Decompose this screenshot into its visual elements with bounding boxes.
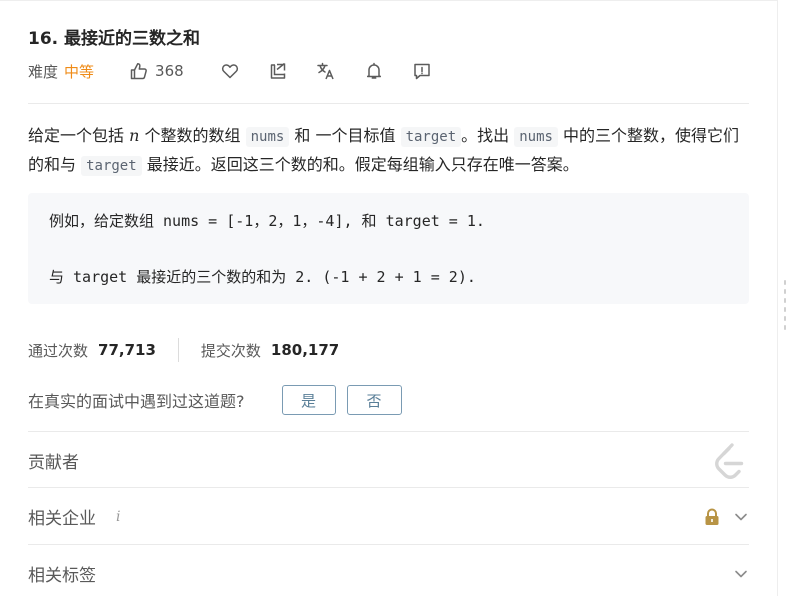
submitted-value: 180,177 [270, 341, 340, 359]
section-divider [28, 544, 749, 545]
like-button[interactable]: 368 [129, 61, 184, 81]
problem-title: 16. 最接近的三数之和 [28, 24, 200, 49]
resize-handle[interactable] [783, 280, 787, 340]
accepted-value: 77,713 [98, 341, 156, 359]
example-line-1: 例如，给定数组 nums = [-1，2，1，-4], 和 target = 1… [49, 212, 485, 230]
tags-section[interactable]: 相关标签 [28, 546, 749, 601]
stats-separator [177, 338, 179, 362]
favorite-button[interactable] [220, 61, 240, 81]
share-icon [270, 62, 285, 79]
panel-divider[interactable] [777, 0, 778, 596]
interview-question-row: 在真实的面试中遇到过这道题? 是 否 [28, 384, 402, 416]
yes-button[interactable]: 是 [281, 385, 336, 415]
interview-question: 在真实的面试中遇到过这道题? [28, 392, 245, 411]
thumbs-up-icon [130, 63, 147, 80]
problem-title-text: 最接近的三数之和 [64, 29, 201, 49]
share-button[interactable] [268, 61, 288, 81]
desc-text: 个整数的数组 [139, 126, 246, 145]
example-block: 例如，给定数组 nums = [-1，2，1，-4], 和 target = 1… [28, 193, 749, 304]
chevron-down-icon[interactable] [733, 566, 749, 582]
submission-stats: 通过次数 77,713 提交次数 180,177 [28, 338, 339, 362]
code-nums: nums [245, 127, 290, 147]
submitted-label: 提交次数 [200, 341, 261, 360]
difficulty-label: 难度 [28, 62, 59, 81]
code-nums: nums [514, 127, 558, 147]
bell-icon [366, 62, 381, 79]
code-target: target [400, 127, 462, 147]
problem-meta-row: 难度 中等 368 [28, 58, 432, 84]
section-divider [28, 431, 749, 432]
desc-text: 。找出 [461, 126, 515, 145]
tags-label: 相关标签 [28, 566, 96, 586]
companies-label: 相关企业 [28, 509, 96, 529]
code-target: target [81, 156, 142, 176]
translate-button[interactable] [316, 61, 336, 81]
heart-icon [221, 64, 238, 79]
contributors-label: 贡献者 [28, 453, 79, 473]
contributors-section[interactable]: 贡献者 [28, 433, 749, 488]
translate-icon [316, 62, 334, 80]
feedback-button[interactable] [412, 61, 432, 81]
desc-var-n: n [129, 126, 140, 145]
desc-text: 给定一个包括 [28, 126, 130, 145]
accepted-label: 通过次数 [28, 341, 89, 360]
likes-count: 368 [155, 62, 184, 80]
page-top-border [0, 0, 778, 1]
problem-description: 给定一个包括 n 个整数的数组 nums 和 一个目标值 target 。找出 n… [28, 122, 748, 180]
lock-icon [705, 508, 719, 525]
chevron-down-icon[interactable] [733, 509, 749, 525]
difficulty-value: 中等 [64, 62, 95, 81]
leetcode-logo-icon [715, 442, 744, 479]
comment-icon [413, 63, 430, 80]
desc-text: 和 一个目标值 [289, 126, 401, 145]
no-button[interactable]: 否 [346, 385, 402, 415]
companies-section[interactable]: 相关企业 i [28, 489, 749, 544]
notify-button[interactable] [364, 61, 384, 81]
problem-number: 16. [28, 29, 59, 49]
header-divider [28, 103, 749, 104]
section-divider [28, 487, 749, 488]
desc-text: 最接近。返回这三个数的和。假定每组输入只存在唯一答案。 [141, 155, 579, 174]
info-icon[interactable]: i [116, 509, 120, 525]
example-line-2: 与 target 最接近的三个数的和为 2. (-1 + 2 + 1 = 2). [49, 268, 476, 286]
